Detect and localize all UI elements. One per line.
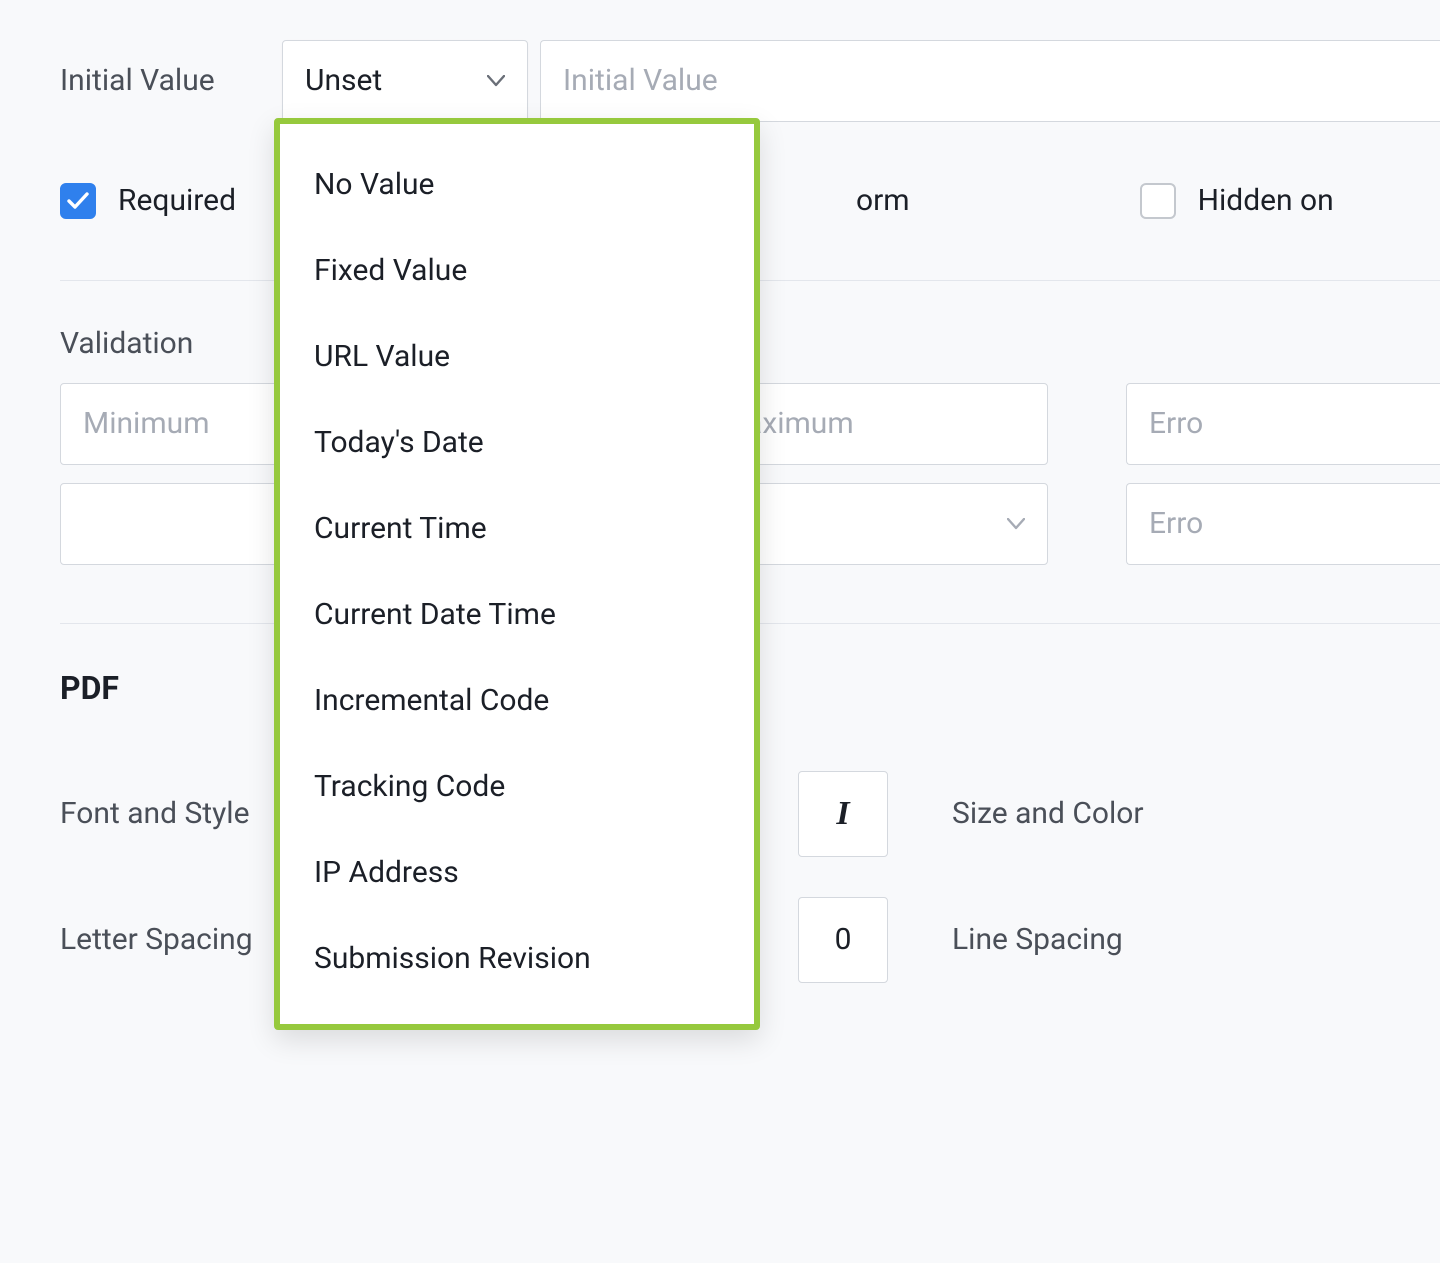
validation-error-placeholder-2: Erro bbox=[1149, 503, 1203, 545]
validation-error-input-2[interactable]: Erro bbox=[1126, 483, 1440, 565]
validation-error-placeholder-1: Erro bbox=[1149, 403, 1203, 445]
initial-value-text-input[interactable]: Initial Value bbox=[540, 40, 1440, 122]
validation-maximum-input[interactable]: aximum bbox=[748, 383, 1048, 465]
hidden-form-partial: orm bbox=[856, 180, 910, 222]
hidden-on-checkbox-item[interactable]: Hidden on bbox=[1140, 180, 1334, 222]
validation-maximum-placeholder: aximum bbox=[746, 403, 854, 445]
dropdown-item-incremental-code[interactable]: Incremental Code bbox=[280, 658, 754, 744]
dropdown-item-no-value[interactable]: No Value bbox=[280, 142, 754, 228]
dropdown-item-url-value[interactable]: URL Value bbox=[280, 314, 754, 400]
dropdown-item-tracking-code[interactable]: Tracking Code bbox=[280, 744, 754, 830]
hidden-form-label-tail: orm bbox=[856, 180, 910, 222]
checkbox-unchecked-icon bbox=[1140, 183, 1176, 219]
dropdown-item-current-date-time[interactable]: Current Date Time bbox=[280, 572, 754, 658]
hidden-on-label: Hidden on bbox=[1198, 180, 1334, 222]
initial-value-dropdown[interactable]: No Value Fixed Value URL Value Today's D… bbox=[274, 118, 760, 1030]
required-label: Required bbox=[118, 180, 236, 222]
checkbox-checked-icon bbox=[60, 183, 96, 219]
italic-button[interactable]: I bbox=[798, 771, 888, 857]
initial-value-row: Initial Value Unset Initial Value bbox=[60, 0, 1440, 122]
initial-value-select[interactable]: Unset bbox=[282, 40, 528, 122]
dropdown-item-submission-revision[interactable]: Submission Revision bbox=[280, 916, 754, 1002]
initial-value-label: Initial Value bbox=[60, 60, 270, 102]
dropdown-item-todays-date[interactable]: Today's Date bbox=[280, 400, 754, 486]
font-style-label: Font and Style bbox=[60, 793, 280, 835]
letter-spacing-label: Letter Spacing bbox=[60, 919, 280, 961]
dropdown-item-ip-address[interactable]: IP Address bbox=[280, 830, 754, 916]
initial-value-text-placeholder: Initial Value bbox=[563, 60, 718, 102]
validation-type-select[interactable] bbox=[748, 483, 1048, 565]
italic-glyph: I bbox=[836, 790, 849, 838]
letter-spacing-value-text: 0 bbox=[835, 919, 852, 961]
size-color-label: Size and Color bbox=[952, 793, 1172, 835]
validation-minimum-placeholder: Minimum bbox=[83, 403, 210, 445]
dropdown-item-fixed-value[interactable]: Fixed Value bbox=[280, 228, 754, 314]
letter-spacing-value[interactable]: 0 bbox=[798, 897, 888, 983]
line-spacing-label: Line Spacing bbox=[952, 919, 1172, 961]
dropdown-item-current-time[interactable]: Current Time bbox=[280, 486, 754, 572]
spacer bbox=[1062, 383, 1112, 465]
spacer bbox=[1062, 483, 1112, 565]
required-checkbox-item[interactable]: Required bbox=[60, 180, 236, 222]
chevron-down-icon bbox=[1007, 518, 1025, 530]
initial-value-select-value: Unset bbox=[305, 60, 382, 102]
chevron-down-icon bbox=[487, 75, 505, 87]
validation-error-input-1[interactable]: Erro bbox=[1126, 383, 1440, 465]
